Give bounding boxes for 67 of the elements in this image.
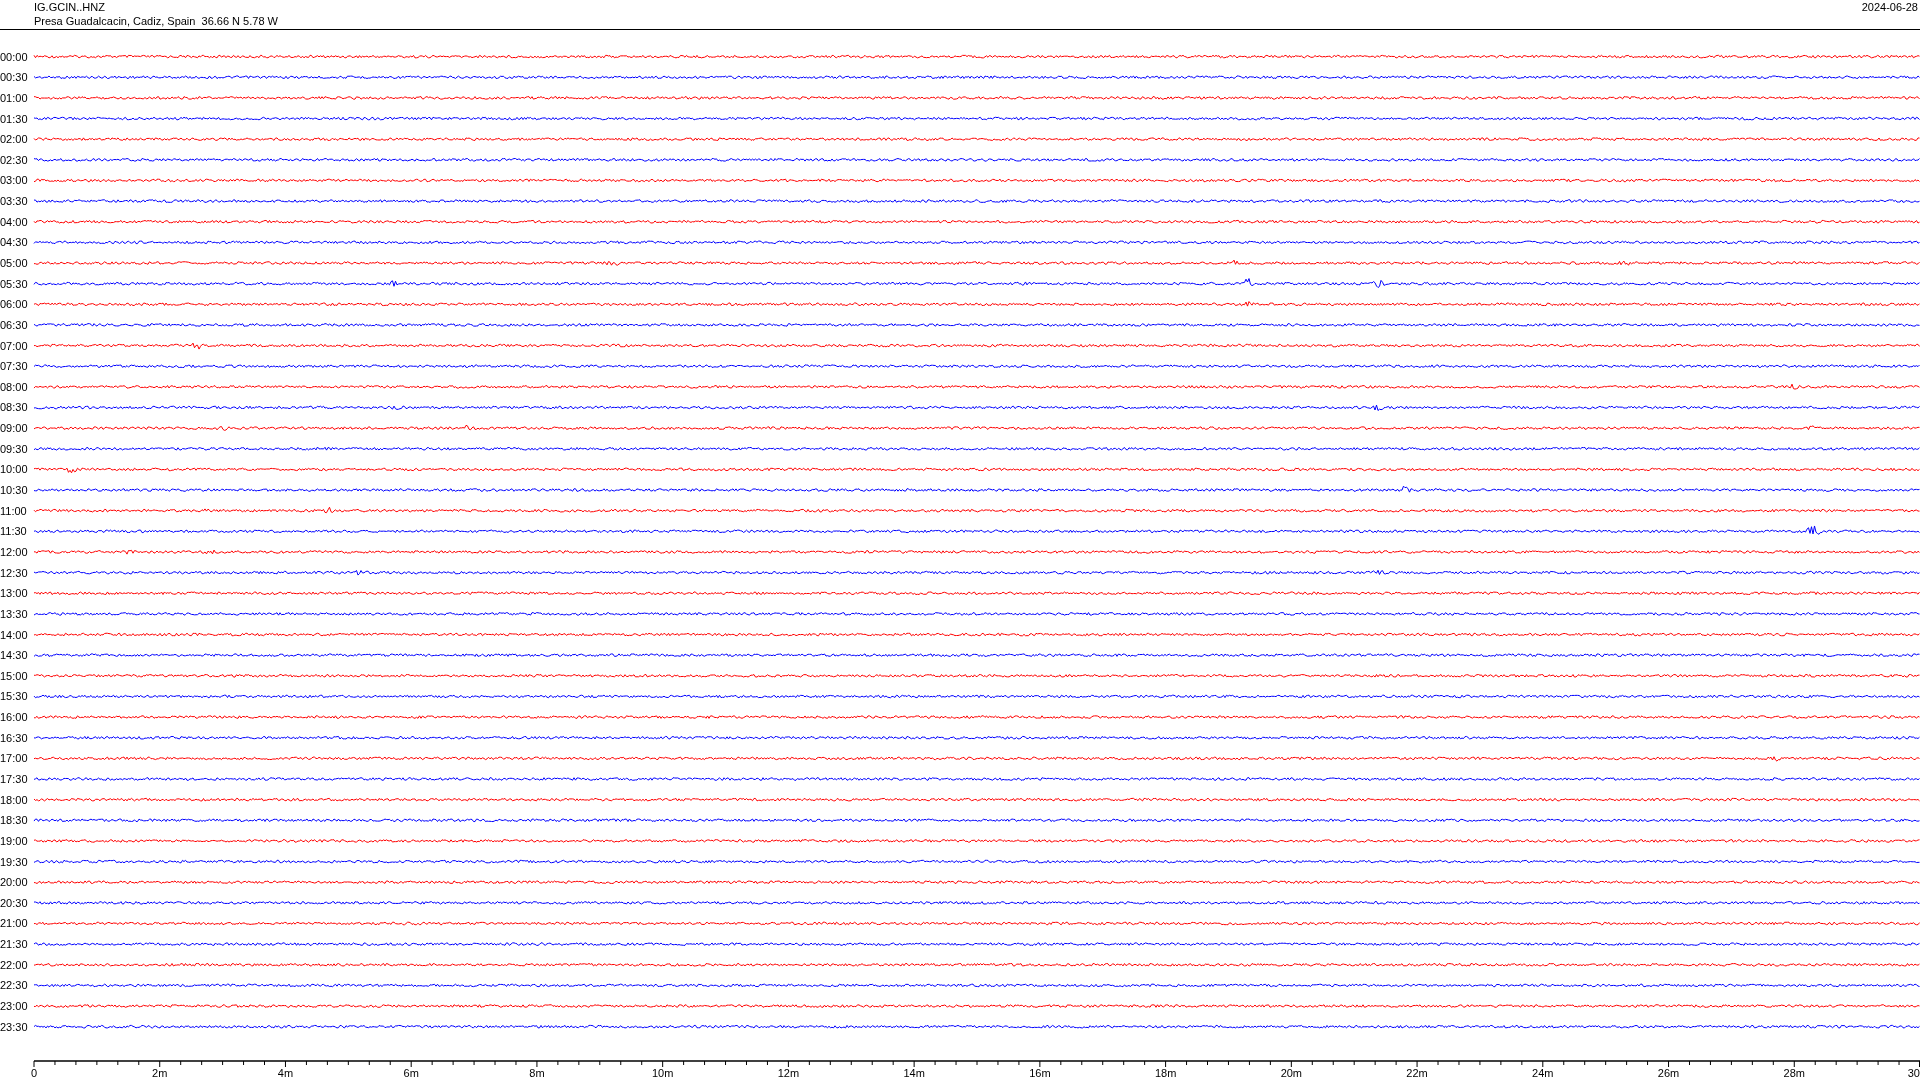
axis-label: 28m (1783, 1067, 1805, 1079)
time-label: 19:00 (0, 834, 28, 847)
axis-label: 0 (30, 1067, 38, 1079)
time-label: 00:00 (0, 50, 28, 63)
time-label: 06:30 (0, 318, 28, 331)
time-label: 16:30 (0, 731, 28, 744)
axis-label: 18m (1154, 1067, 1177, 1079)
time-label: 09:30 (0, 442, 28, 455)
plot-date: 2024-06-28 (1861, 0, 1918, 14)
time-label: 11:30 (0, 525, 27, 538)
time-label: 16:00 (0, 711, 28, 724)
time-label: 13:30 (0, 607, 28, 620)
time-label: 04:30 (0, 236, 28, 249)
axis-label: 14m (903, 1067, 925, 1079)
axis-label: 6m (403, 1067, 419, 1079)
time-label: 01:00 (0, 91, 28, 104)
time-label: 14:30 (0, 649, 28, 662)
time-label: 17:30 (0, 773, 28, 785)
time-label: 21:00 (0, 917, 28, 930)
time-label: 12:30 (0, 566, 28, 579)
station-code: IG.GCIN..HNZ (34, 0, 105, 14)
time-label: 02:00 (0, 133, 28, 146)
station-location: Presa Guadalcacin, Cadiz, Spain 36.66 N 5.78 W (34, 14, 278, 28)
time-label: 22:30 (0, 979, 28, 992)
time-label: 14:00 (0, 628, 28, 641)
time-label: 09:00 (0, 422, 28, 435)
time-label: 23:00 (0, 1000, 28, 1013)
axis-label: 10m (651, 1067, 674, 1079)
time-label: 10:00 (0, 463, 28, 476)
time-label: 05:00 (0, 257, 28, 269)
axis-label: 16m (1029, 1067, 1051, 1079)
axis-label: 12m (777, 1067, 800, 1079)
time-label: 11:00 (0, 504, 27, 517)
axis-label: 8m (529, 1067, 545, 1079)
axis-label: 30 (1907, 1067, 1920, 1079)
time-label: 15:30 (0, 690, 28, 703)
time-label: 21:30 (0, 938, 28, 951)
time-label: 20:30 (0, 896, 28, 909)
time-label: 04:00 (0, 215, 28, 228)
time-label: 18:30 (0, 814, 28, 827)
time-label: 22:00 (0, 958, 28, 971)
axis-label: 26m (1657, 1067, 1680, 1079)
time-label: 01:30 (0, 112, 28, 125)
time-label: 07:00 (0, 339, 28, 352)
time-label: 18:00 (0, 793, 28, 806)
time-label: 02:30 (0, 153, 28, 166)
time-label: 12:00 (0, 545, 28, 558)
time-label: 10:30 (0, 484, 28, 497)
time-label: 23:30 (0, 1020, 28, 1033)
time-label: 05:30 (0, 277, 28, 290)
time-label: 07:30 (0, 360, 28, 373)
axis-label: 4m (277, 1067, 294, 1079)
axis-label: 24m (1532, 1067, 1554, 1079)
time-label: 08:30 (0, 401, 28, 414)
time-label: 00:30 (0, 71, 28, 84)
axis-label: 20m (1280, 1067, 1303, 1079)
time-label: 17:00 (0, 752, 28, 765)
axis-label: 2m (152, 1067, 168, 1079)
time-label: 20:00 (0, 876, 28, 889)
time-label: 19:30 (0, 855, 28, 868)
time-label: 15:00 (0, 669, 28, 682)
axis-label: 22m (1406, 1067, 1428, 1079)
time-label: 03:00 (0, 174, 28, 187)
time-label: 08:00 (0, 380, 28, 393)
time-label: 13:00 (0, 587, 28, 600)
time-label: 03:30 (0, 195, 28, 208)
time-label: 06:00 (0, 298, 28, 311)
